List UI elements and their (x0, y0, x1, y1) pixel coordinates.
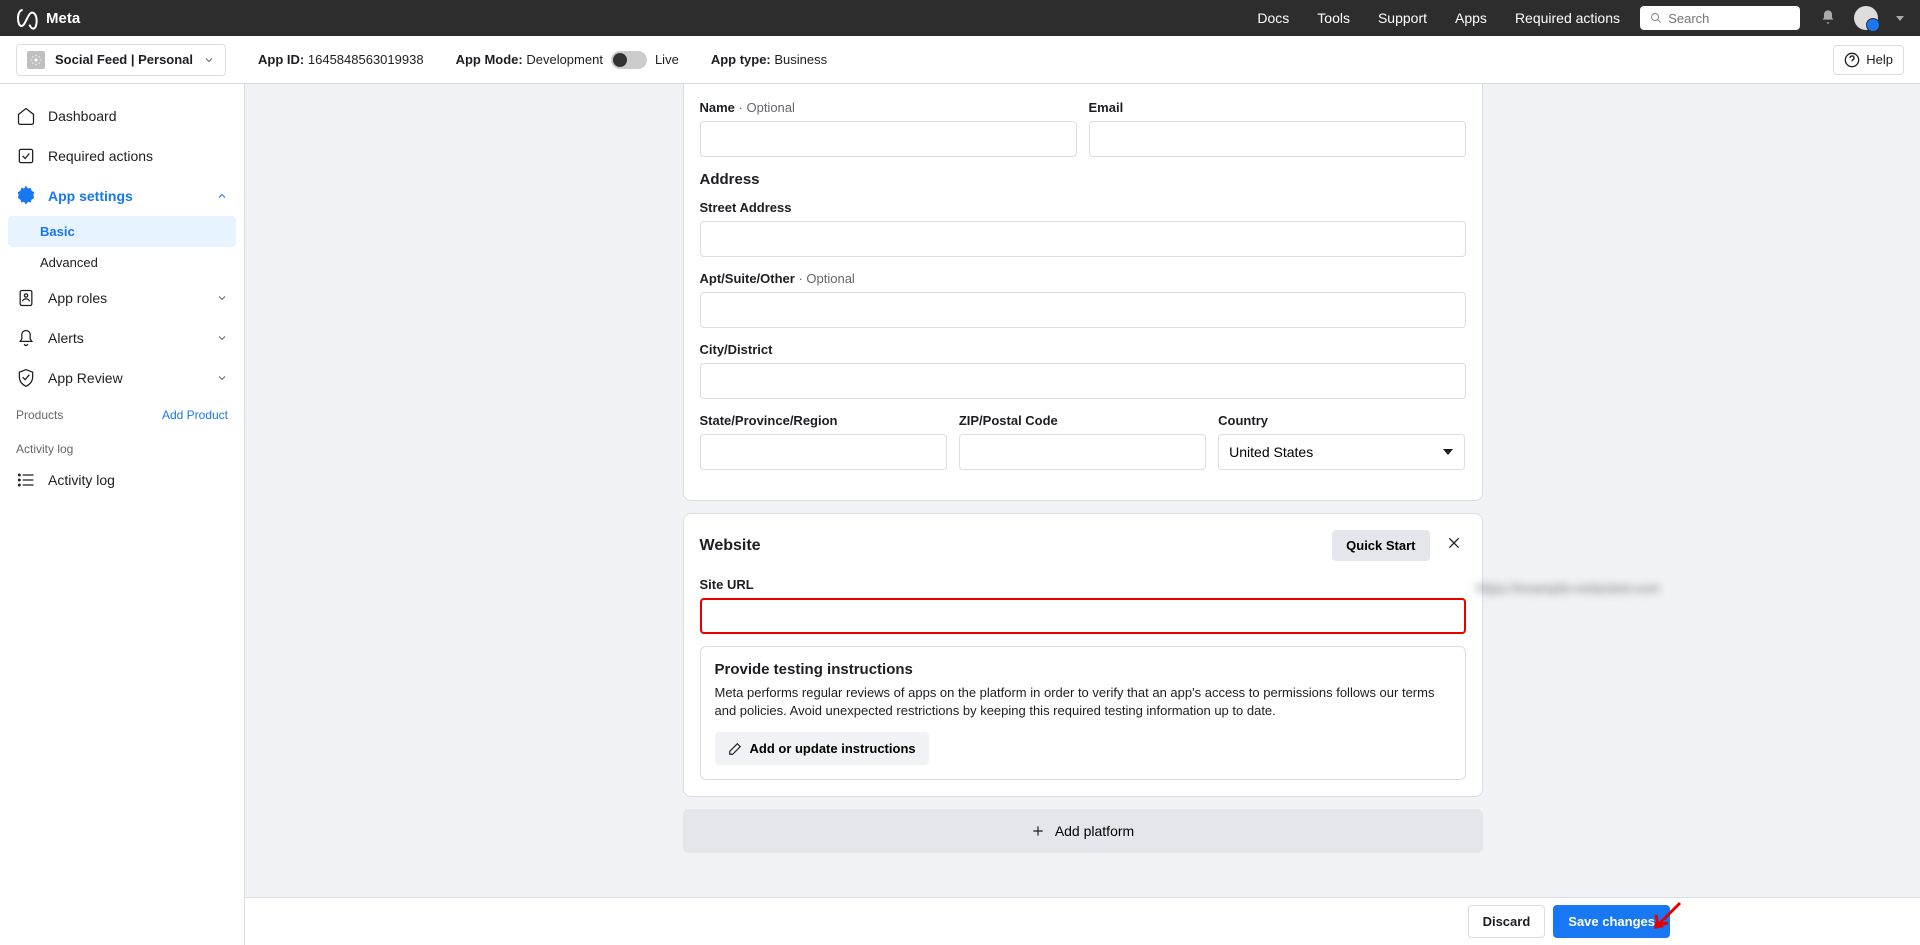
roles-icon (16, 288, 36, 308)
nav-docs[interactable]: Docs (1257, 10, 1289, 26)
user-avatar[interactable] (1854, 6, 1878, 30)
name-label: Name · Optional (700, 100, 1077, 115)
bell-icon (16, 328, 36, 348)
sidebar-label: App roles (48, 290, 107, 306)
sidebar-item-app-roles[interactable]: App roles (0, 278, 244, 318)
footer-bar: Discard Save changes (245, 897, 1920, 945)
nav-required-actions[interactable]: Required actions (1515, 10, 1620, 26)
chevron-down-icon (216, 292, 228, 304)
search-icon (1650, 11, 1662, 25)
help-icon (1844, 52, 1860, 68)
brand-text: Meta (46, 10, 80, 27)
city-label: City/District (700, 342, 1466, 357)
user-menu-caret-icon[interactable] (1896, 16, 1904, 21)
add-instructions-button[interactable]: Add or update instructions (715, 732, 929, 765)
sidebar-item-app-review[interactable]: App Review (0, 358, 244, 398)
meta-logo-icon (16, 6, 40, 30)
discard-button[interactable]: Discard (1468, 905, 1546, 938)
chevron-down-icon (216, 372, 228, 384)
app-selector-name: Social Feed | Personal (55, 52, 193, 67)
sidebar-item-alerts[interactable]: Alerts (0, 318, 244, 358)
sidebar-label: Dashboard (48, 108, 117, 124)
live-label: Live (655, 52, 679, 67)
top-header: Meta Docs Tools Support Apps Required ac… (0, 0, 1920, 36)
sidebar-products-header: Products Add Product (0, 398, 244, 426)
save-changes-button[interactable]: Save changes (1553, 905, 1670, 938)
chevron-down-icon (216, 332, 228, 344)
address-section-title: Address (700, 171, 1466, 188)
apt-label: Apt/Suite/Other · Optional (700, 271, 1466, 286)
testing-instructions-section: Provide testing instructions Meta perfor… (700, 646, 1466, 780)
street-input[interactable] (700, 221, 1466, 257)
list-icon (16, 470, 36, 490)
checklist-icon (16, 146, 36, 166)
zip-input[interactable] (959, 434, 1206, 470)
sidebar-label: App Review (48, 370, 123, 386)
sub-header: Social Feed | Personal App ID: 164584856… (0, 36, 1920, 84)
sidebar: Dashboard Required actions App settings … (0, 84, 245, 945)
site-url-label: Site URL (700, 577, 1466, 592)
add-product-link[interactable]: Add Product (162, 408, 228, 422)
quick-start-button[interactable]: Quick Start (1332, 530, 1429, 561)
sidebar-label: App settings (48, 188, 133, 204)
street-label: Street Address (700, 200, 1466, 215)
sidebar-label: Required actions (48, 148, 153, 164)
contact-card: Name · Optional Email Address Street Add… (683, 84, 1483, 501)
sidebar-item-app-settings[interactable]: App settings (0, 176, 244, 216)
meta-logo[interactable]: Meta (16, 6, 80, 30)
apt-input[interactable] (700, 292, 1466, 328)
state-label: State/Province/Region (700, 413, 947, 428)
add-platform-button[interactable]: Add platform (683, 809, 1483, 853)
nav-tools[interactable]: Tools (1317, 10, 1350, 26)
sidebar-activity-header: Activity log (0, 426, 244, 460)
search-box[interactable] (1640, 6, 1800, 30)
notifications-icon[interactable] (1820, 9, 1836, 28)
main-content: Name · Optional Email Address Street Add… (245, 84, 1920, 945)
shield-icon (16, 368, 36, 388)
email-label: Email (1089, 100, 1466, 115)
close-icon (1446, 535, 1462, 551)
home-icon (16, 106, 36, 126)
sidebar-subitem-advanced[interactable]: Advanced (0, 247, 244, 278)
chevron-up-icon (216, 190, 228, 202)
pencil-icon (728, 742, 742, 756)
close-website-button[interactable] (1442, 531, 1466, 560)
sidebar-item-dashboard[interactable]: Dashboard (0, 96, 244, 136)
country-select[interactable] (1218, 434, 1465, 470)
site-url-input[interactable] (700, 598, 1466, 634)
plus-icon (1031, 824, 1045, 838)
search-input[interactable] (1668, 11, 1790, 26)
help-button[interactable]: Help (1833, 45, 1904, 75)
chevron-down-icon (203, 54, 215, 66)
email-input[interactable] (1089, 121, 1466, 157)
sidebar-label: Activity log (48, 472, 115, 488)
mode-toggle-switch[interactable] (611, 51, 647, 69)
gear-icon (16, 186, 36, 206)
nav-apps[interactable]: Apps (1455, 10, 1487, 26)
country-label: Country (1218, 413, 1465, 428)
nav-support[interactable]: Support (1378, 10, 1427, 26)
sidebar-label: Alerts (48, 330, 84, 346)
city-input[interactable] (700, 363, 1466, 399)
app-id-info: App ID: 1645848563019938 (258, 52, 424, 67)
sidebar-item-required-actions[interactable]: Required actions (0, 136, 244, 176)
sidebar-item-activity-log[interactable]: Activity log (0, 460, 244, 500)
testing-desc: Meta performs regular reviews of apps on… (715, 684, 1451, 720)
header-nav: Docs Tools Support Apps Required actions (1257, 10, 1620, 26)
state-input[interactable] (700, 434, 947, 470)
website-title: Website (700, 537, 761, 555)
name-input[interactable] (700, 121, 1077, 157)
sidebar-subitem-basic[interactable]: Basic (8, 216, 236, 247)
website-card: Website Quick Start Site URL https://exa… (683, 513, 1483, 797)
app-icon (27, 51, 45, 69)
testing-title: Provide testing instructions (715, 661, 1451, 678)
app-selector[interactable]: Social Feed | Personal (16, 44, 226, 76)
app-type-info: App type: Business (711, 52, 827, 67)
app-mode-toggle: App Mode: Development Live (456, 51, 679, 69)
zip-label: ZIP/Postal Code (959, 413, 1206, 428)
